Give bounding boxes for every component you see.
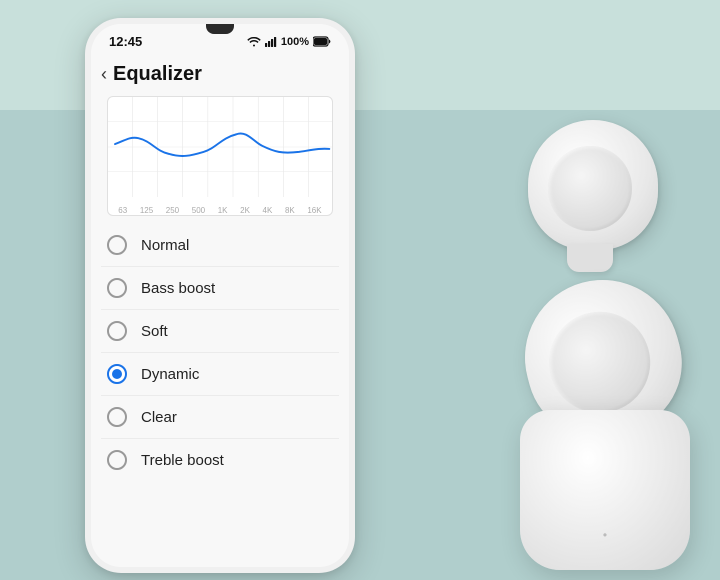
eq-curve-svg xyxy=(108,97,332,197)
option-clear[interactable]: Clear xyxy=(101,396,339,439)
earbud-right xyxy=(528,120,658,250)
phone-screen: 12:45 100% xyxy=(91,24,349,567)
option-dynamic[interactable]: Dynamic xyxy=(101,353,339,396)
status-icons: 100% xyxy=(247,36,331,48)
eq-label-63: 63 xyxy=(118,206,127,215)
eq-label-4k: 4K xyxy=(263,206,273,215)
eq-label-1k: 1K xyxy=(218,206,228,215)
earbud-left-center xyxy=(538,301,661,424)
radio-bass-boost xyxy=(107,278,127,298)
option-clear-label: Clear xyxy=(141,409,177,426)
signal-icon xyxy=(265,36,277,47)
eq-graph: 63 125 250 500 1K 2K 4K 8K 16K xyxy=(107,96,333,216)
radio-clear xyxy=(107,407,127,427)
option-bass-boost-label: Bass boost xyxy=(141,280,215,297)
phone-frame: 12:45 100% xyxy=(85,18,355,573)
option-normal-label: Normal xyxy=(141,237,189,254)
option-bass-boost[interactable]: Bass boost xyxy=(101,267,339,310)
case-body xyxy=(520,410,690,570)
radio-treble-boost xyxy=(107,450,127,470)
equalizer-options-list: Normal Bass boost Soft Dynamic Clear xyxy=(91,224,349,481)
eq-label-125: 125 xyxy=(140,206,153,215)
wifi-icon xyxy=(247,36,261,47)
eq-label-8k: 8K xyxy=(285,206,295,215)
radio-normal xyxy=(107,235,127,255)
back-button[interactable]: ‹ xyxy=(101,64,107,85)
option-soft-label: Soft xyxy=(141,323,168,340)
eq-label-250: 250 xyxy=(166,206,179,215)
option-dynamic-label: Dynamic xyxy=(141,366,199,383)
phone-notch xyxy=(206,24,234,34)
option-normal[interactable]: Normal xyxy=(101,224,339,267)
earbud-right-center xyxy=(548,146,633,231)
page-title: Equalizer xyxy=(113,63,202,86)
eq-label-500: 500 xyxy=(192,206,205,215)
radio-dynamic xyxy=(107,364,127,384)
app-header: ‹ Equalizer xyxy=(91,53,349,92)
earbuds-case xyxy=(520,410,690,570)
status-time: 12:45 xyxy=(109,34,142,49)
eq-labels: 63 125 250 500 1K 2K 4K 8K 16K xyxy=(108,206,332,215)
battery-text: 100% xyxy=(281,36,309,48)
radio-dynamic-fill xyxy=(112,369,122,379)
option-treble-boost-label: Treble boost xyxy=(141,452,224,469)
eq-label-16k: 16K xyxy=(307,206,321,215)
earbud-right-body xyxy=(528,120,658,250)
option-soft[interactable]: Soft xyxy=(101,310,339,353)
battery-icon xyxy=(313,36,331,47)
eq-label-2k: 2K xyxy=(240,206,250,215)
option-treble-boost[interactable]: Treble boost xyxy=(101,439,339,481)
radio-soft xyxy=(107,321,127,341)
